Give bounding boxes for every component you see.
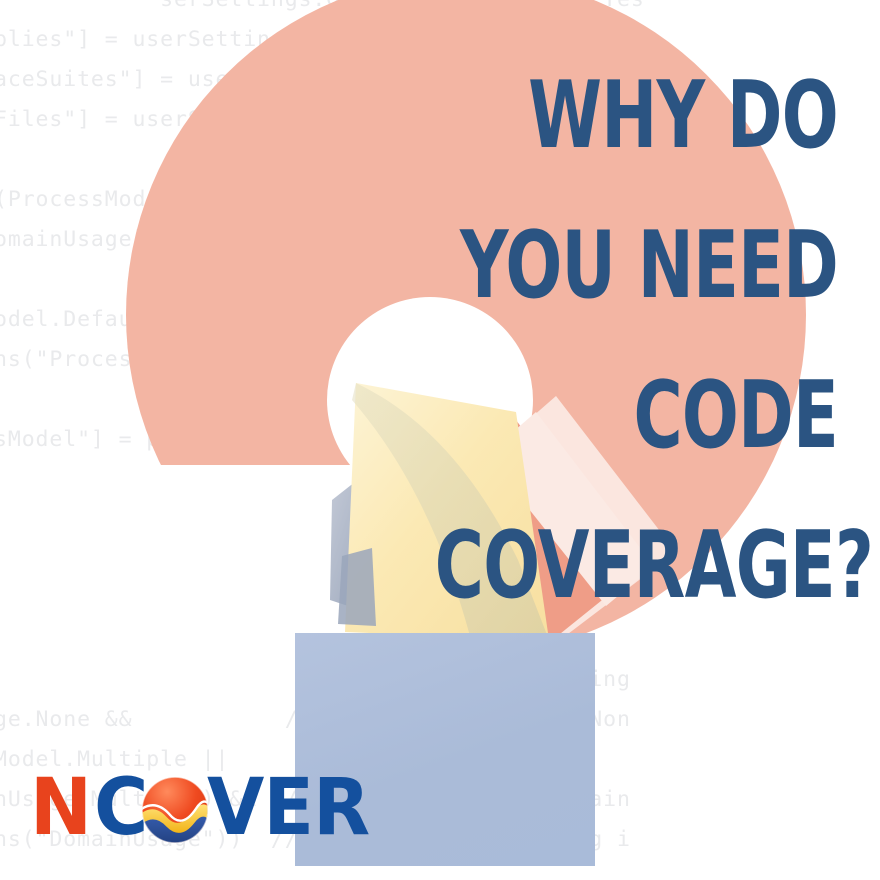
headline-line-1: WHY DO — [528, 61, 839, 169]
poster-canvas: serSettings.GetSetting("Options.Tesblies… — [0, 0, 880, 880]
headline-line-3: CODE — [633, 361, 838, 469]
headline-line-4: COVERAGE? — [434, 511, 874, 619]
globe-icon — [140, 776, 209, 844]
logo-letters-ver: VER — [206, 763, 370, 853]
headline-line-2: YOU NEED — [459, 211, 839, 319]
headline: WHY DO YOU NEED CODE COVERAGE? — [278, 40, 874, 640]
ncover-logo[interactable]: N C VER — [30, 763, 377, 853]
logo-letter-n: N — [30, 763, 92, 853]
